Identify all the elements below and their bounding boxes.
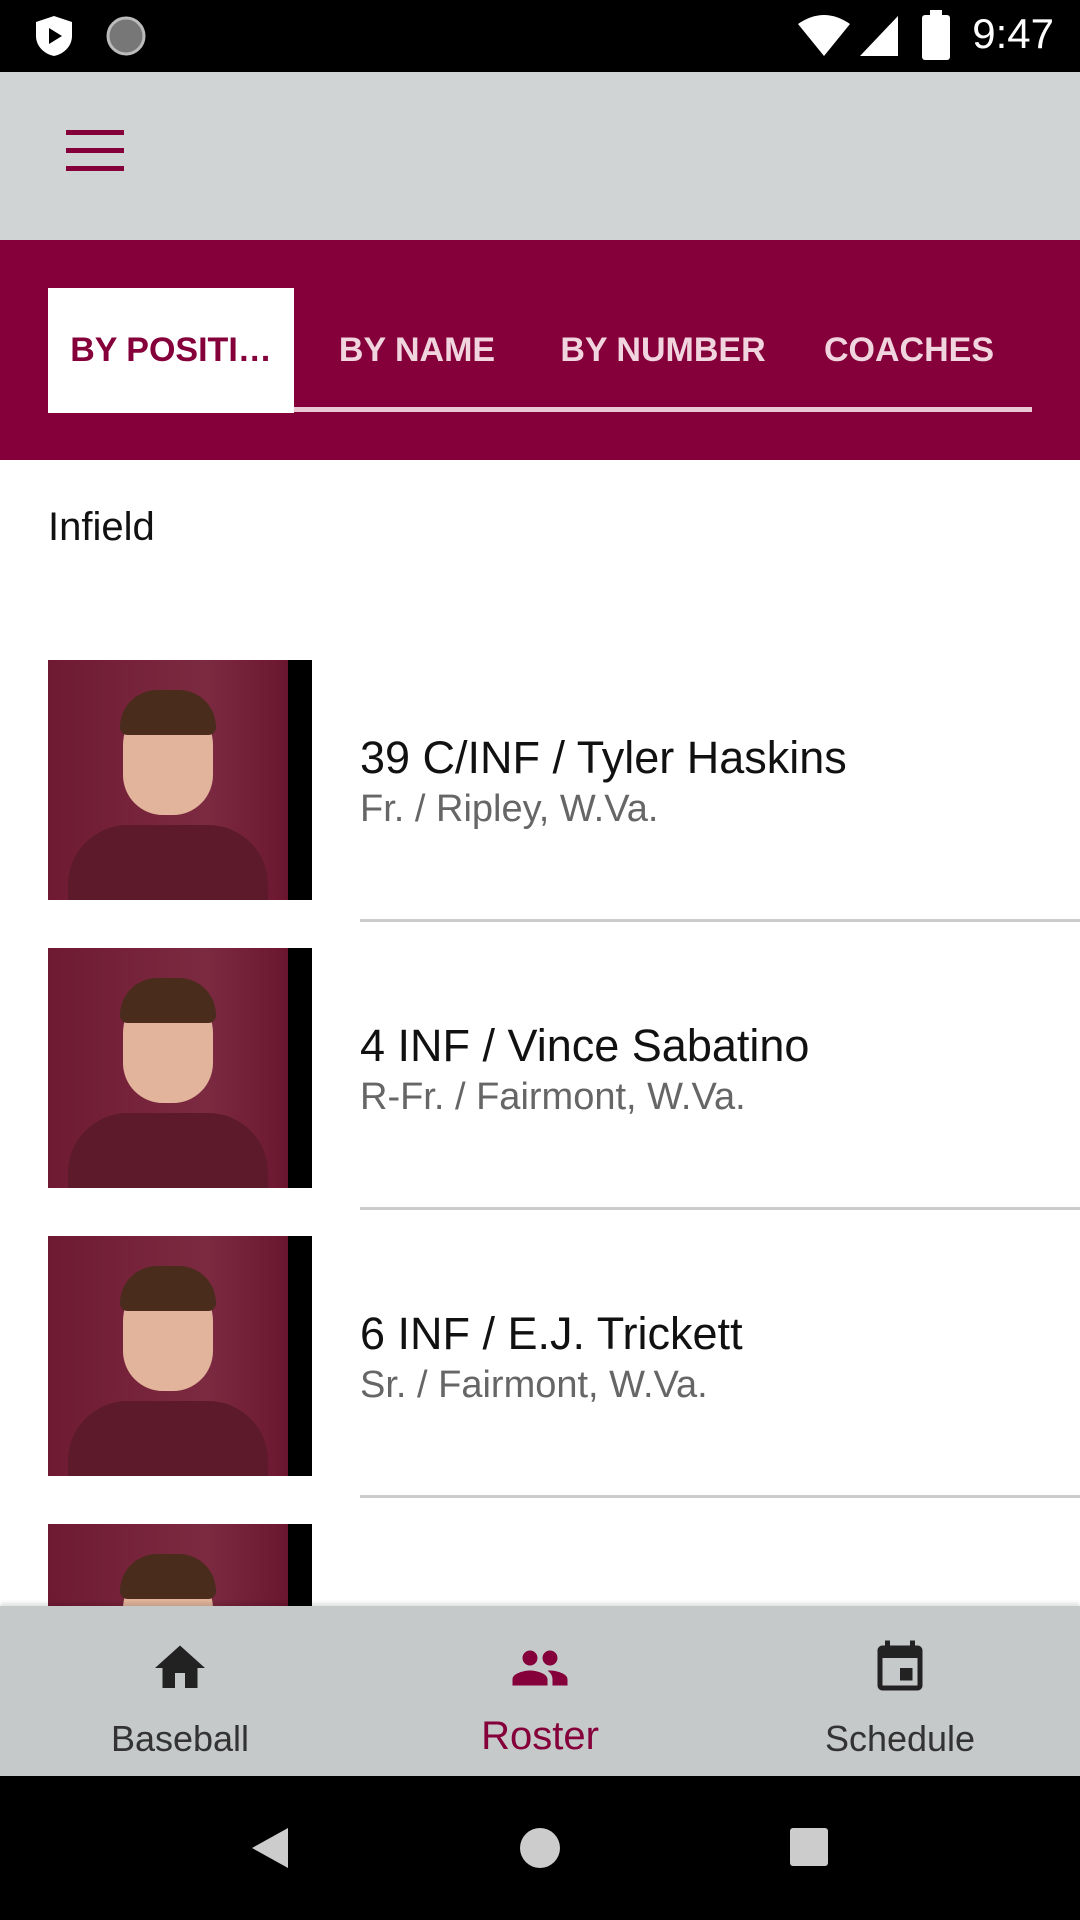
menu-icon[interactable]: [66, 130, 124, 172]
nav-schedule[interactable]: Schedule: [750, 1606, 1050, 1776]
nav-baseball[interactable]: Baseball: [30, 1606, 330, 1776]
player-title: 4 INF / Vince Sabatino: [360, 1020, 810, 1071]
nav-label: Schedule: [824, 1718, 976, 1759]
bottom-navigation: Baseball Roster Schedule: [0, 1606, 1080, 1776]
section-header: Infield: [48, 505, 155, 549]
divider: [360, 1495, 1080, 1498]
system-navigation-bar: [0, 1776, 1080, 1920]
list-item[interactable]: 6 INF / E.J. Trickett Sr. / Fairmont, W.…: [0, 1236, 1080, 1524]
recents-icon[interactable]: [790, 1828, 830, 1868]
back-icon[interactable]: [250, 1826, 290, 1870]
tab-bar: BY POSITI… BY NAME BY NUMBER COACHES: [0, 240, 1080, 460]
wifi-icon: [798, 15, 850, 56]
player-title: 39 C/INF / Tyler Haskins: [360, 732, 847, 783]
list-item[interactable]: 39 C/INF / Tyler Haskins Fr. / Ripley, W…: [0, 660, 1080, 948]
player-photo: [48, 660, 312, 900]
sync-icon: [106, 16, 146, 56]
status-bar: 9:47: [0, 0, 1080, 72]
nav-roster[interactable]: Roster: [390, 1606, 690, 1776]
nav-label: Roster: [481, 1714, 599, 1758]
battery-icon: [922, 10, 950, 60]
player-photo: [48, 948, 312, 1188]
divider: [360, 1207, 1080, 1210]
clock: 9:47: [972, 10, 1054, 57]
tab-by-position[interactable]: BY POSITI…: [48, 288, 294, 413]
player-title: 6 INF / E.J. Trickett: [360, 1308, 743, 1359]
player-subtitle: Fr. / Ripley, W.Va.: [360, 788, 659, 830]
divider: [360, 919, 1080, 922]
player-subtitle: Sr. / Fairmont, W.Va.: [360, 1364, 708, 1406]
tab-by-number[interactable]: BY NUMBER: [540, 288, 786, 413]
player-photo: [48, 1236, 312, 1476]
signal-icon: [860, 16, 898, 56]
people-icon: [512, 1650, 568, 1686]
home-button-icon[interactable]: [518, 1826, 562, 1870]
app-bar: [0, 72, 1080, 240]
list-item[interactable]: 4 INF / Vince Sabatino R-Fr. / Fairmont,…: [0, 948, 1080, 1236]
home-icon: [155, 1645, 205, 1688]
nav-label: Baseball: [110, 1718, 250, 1759]
play-protect-icon: [36, 16, 72, 56]
tab-by-name[interactable]: BY NAME: [294, 288, 540, 413]
calendar-icon: [877, 1640, 923, 1691]
tab-coaches[interactable]: COACHES: [786, 288, 1032, 413]
player-subtitle: R-Fr. / Fairmont, W.Va.: [360, 1076, 746, 1118]
